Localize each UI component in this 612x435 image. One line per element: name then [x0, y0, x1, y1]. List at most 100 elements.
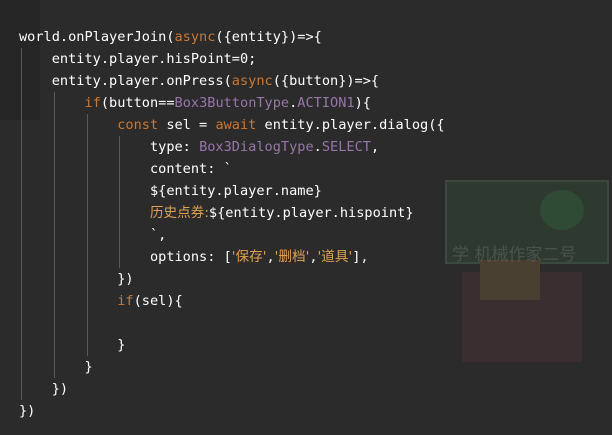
indent-guide: [86, 158, 88, 180]
indent-guide: [21, 48, 22, 70]
code-token: ,: [266, 249, 275, 265]
indent-guide: [86, 114, 88, 136]
code-line: entity.player.hisPoint=0;: [19, 48, 445, 70]
code-line: }: [19, 334, 445, 356]
code-line: entity.player.onPress(async({button})=>{: [19, 70, 445, 92]
indent-guide: [86, 180, 88, 202]
code-line: if(sel){: [19, 290, 445, 312]
code-token: SELECT: [321, 139, 371, 155]
indent-guide: [53, 114, 55, 136]
code-token: ,: [370, 139, 380, 155]
indent-guide: [21, 356, 22, 378]
indent-guide: [21, 378, 22, 400]
indent-guide: [53, 246, 55, 268]
bg-code-badge-shape: [540, 190, 584, 230]
indent-guide: [53, 312, 55, 334]
indent-guide: [21, 158, 22, 180]
code-token: (button==: [100, 95, 175, 111]
code-line: if(button==Box3ButtonType.ACTION1){: [19, 92, 445, 114]
code-line: }): [19, 400, 445, 422]
indent-guide: [21, 224, 22, 246]
code-token: world.onPlayerJoin(: [19, 29, 175, 45]
code-line: ${entity.player.name}: [19, 180, 445, 202]
code-block[interactable]: world.onPlayerJoin(async({entity})=>{ en…: [19, 26, 445, 422]
code-token: ({entity})=>{: [215, 29, 322, 45]
code-editor[interactable]: world.onPlayerJoin(async({entity})=>{ en…: [0, 0, 612, 435]
indent-guide: [21, 246, 22, 268]
indent-guide: [21, 180, 22, 202]
code-line: `,: [19, 224, 445, 246]
code-line: [19, 312, 445, 334]
bg-robot-head-shape: [480, 260, 540, 300]
indent-guide: [53, 334, 55, 356]
indent-guide: [21, 202, 22, 224]
indent-guide: [53, 268, 55, 290]
code-token: '道具': [317, 249, 353, 265]
code-token: }: [19, 359, 93, 375]
code-token: }): [19, 403, 36, 419]
indent-guide: [53, 158, 55, 180]
code-token: `,: [19, 227, 167, 243]
code-line: content: `: [19, 158, 445, 180]
indent-guide: [21, 70, 22, 92]
code-token: (sel){: [133, 293, 183, 309]
indent-guide: [86, 202, 88, 224]
code-token: ${entity.player.name}: [19, 183, 322, 199]
code-line: }): [19, 378, 445, 400]
code-token: }): [19, 271, 134, 287]
indent-guide: [86, 246, 88, 268]
indent-guide: [21, 136, 22, 158]
indent-guide: [119, 246, 121, 268]
indent-guide: [53, 202, 55, 224]
code-token: type:: [19, 139, 200, 155]
indent-guide: [53, 224, 55, 246]
indent-guide: [21, 268, 22, 290]
code-token: if: [117, 293, 134, 309]
code-line: const sel = await entity.player.dialog({: [19, 114, 445, 136]
code-line: world.onPlayerJoin(async({entity})=>{: [19, 26, 445, 48]
code-token: ],: [352, 249, 369, 265]
code-token: }): [19, 381, 69, 397]
indent-guide: [21, 290, 22, 312]
code-token: ({button})=>{: [272, 73, 380, 89]
code-line: type: Box3DialogType.SELECT,: [19, 136, 445, 158]
code-token: content: `: [19, 161, 232, 177]
code-token: '保存': [231, 249, 267, 265]
indent-guide: [119, 136, 121, 158]
code-token: .: [313, 139, 322, 155]
code-token: options: [: [19, 249, 232, 265]
code-token: if: [84, 95, 101, 111]
indent-guide: [53, 290, 55, 312]
indent-guide: [21, 312, 22, 334]
code-line: options: ['保存','删档','道具'],: [19, 246, 445, 268]
indent-guide: [86, 224, 88, 246]
code-line: }: [19, 356, 445, 378]
code-token: entity.player.dialog({: [256, 117, 445, 133]
indent-guide: [86, 312, 88, 334]
code-line: 历史点券:${entity.player.hispoint}: [19, 202, 445, 224]
indent-guide: [86, 290, 88, 312]
indent-guide: [21, 114, 22, 136]
indent-guide: [53, 136, 55, 158]
code-line: }): [19, 268, 445, 290]
code-token: }: [19, 337, 126, 353]
code-token: async: [231, 73, 273, 89]
code-token: ${entity.player.hispoint}: [208, 205, 414, 221]
code-token: const: [117, 117, 159, 133]
indent-guide: [119, 180, 121, 202]
indent-guide: [53, 356, 55, 378]
code-token: Box3DialogType: [199, 139, 314, 155]
indent-guide: [86, 136, 88, 158]
watermark: 学 机械作家二号: [452, 245, 577, 265]
code-token: async: [174, 29, 216, 45]
indent-guide: [53, 180, 55, 202]
indent-guide: [86, 268, 88, 290]
indent-guide: [21, 334, 22, 356]
code-token: entity.player.onPress(: [19, 73, 232, 89]
code-token: '删档': [274, 249, 310, 265]
code-token: sel =: [158, 117, 216, 133]
